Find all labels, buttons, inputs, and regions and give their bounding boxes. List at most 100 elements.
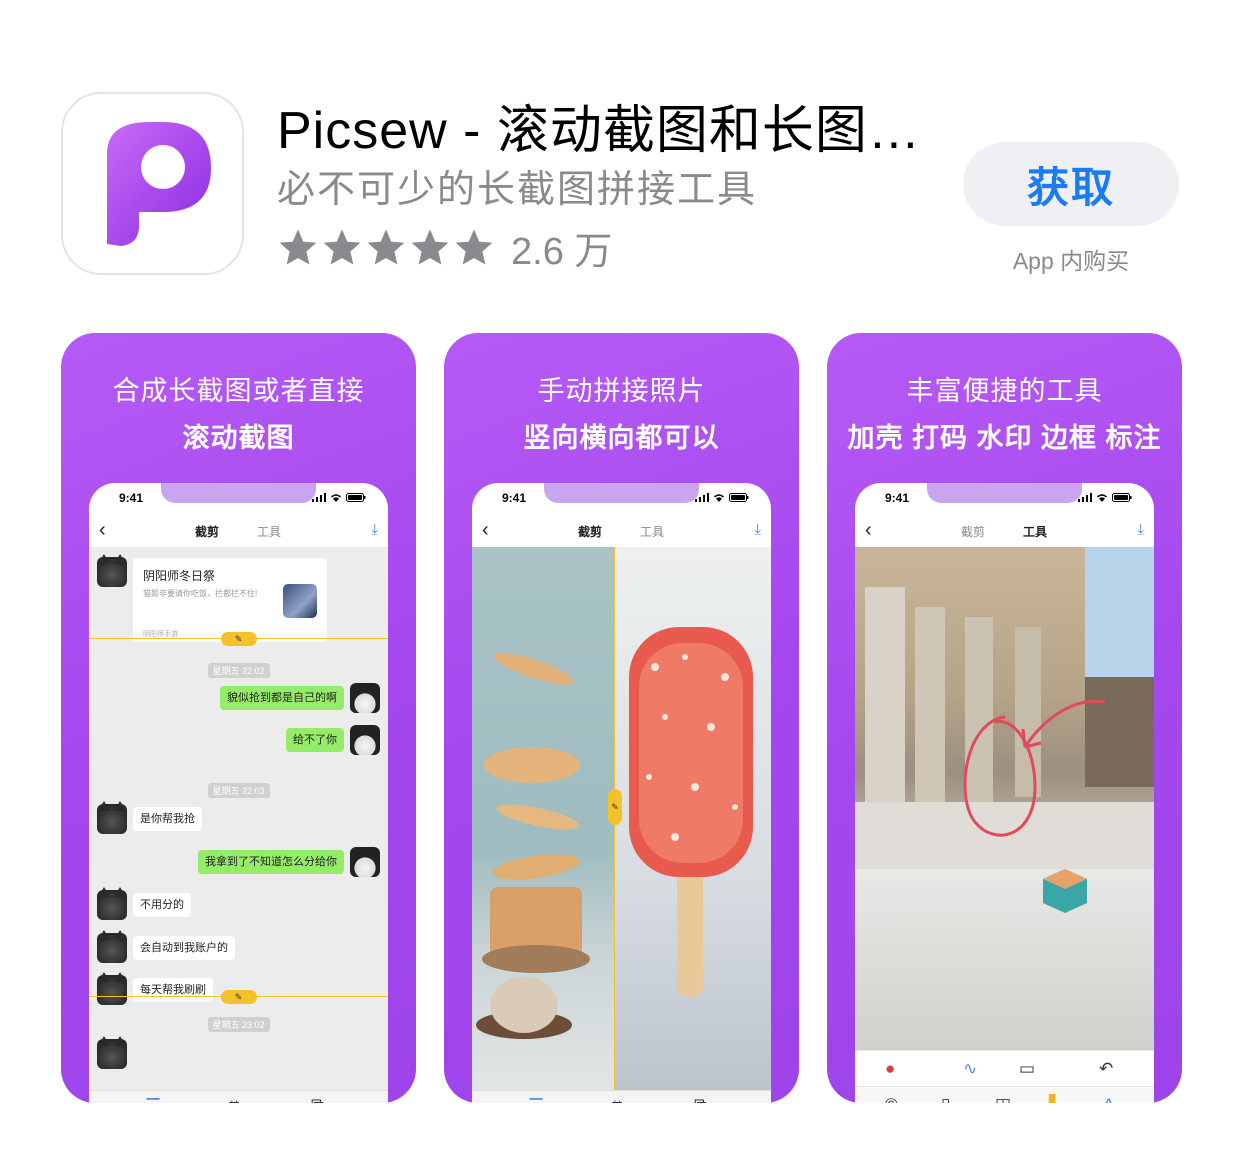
tab-tools[interactable]: 工具 bbox=[257, 523, 281, 540]
crop-icon[interactable]: ⌗ bbox=[612, 1095, 622, 1103]
message-row: 不用分的 bbox=[89, 887, 388, 920]
tab-crop[interactable]: 截剪 bbox=[195, 523, 219, 540]
list-icon[interactable]: ☰ bbox=[145, 1095, 161, 1103]
status-icons bbox=[312, 493, 366, 502]
status-icons bbox=[695, 493, 749, 502]
picsew-logo-icon bbox=[107, 122, 211, 246]
stitch-seam[interactable]: ✎ bbox=[89, 990, 388, 1004]
app-icon[interactable] bbox=[61, 92, 244, 275]
copyright-icon[interactable]: © bbox=[885, 1095, 898, 1103]
photo-right[interactable] bbox=[615, 547, 771, 1091]
message-row: 给不了你 bbox=[89, 725, 388, 755]
in-app-purchase-label: App 内购买 bbox=[1012, 248, 1130, 274]
crop-ratio-icon[interactable]: ⧉ bbox=[694, 1095, 707, 1103]
layout-icon[interactable]: ◫ bbox=[995, 1095, 1011, 1103]
time-chip: 星期五 22:02 bbox=[207, 663, 270, 678]
nav-bar: ‹ 截剪 工具 ⤓ bbox=[855, 515, 1154, 545]
message-row: 是你帮我抢 bbox=[89, 801, 388, 834]
seam-handle-icon[interactable]: ✎ bbox=[220, 990, 257, 1004]
screenshot-1[interactable]: 合成长截图或者直接 滚动截图 9:41 ‹ 截剪 工具 ⤓ 阴阳师冬日祭 猫姬非… bbox=[61, 333, 416, 1103]
message-bubble: 貌似抢到都是自己的啊 bbox=[220, 686, 344, 710]
status-time: 9:41 bbox=[119, 491, 144, 505]
screenshot-caption-line2: 滚动截图 bbox=[182, 423, 295, 453]
chevron-left-icon[interactable]: ‹ bbox=[865, 519, 872, 542]
message-row: 貌似抢到都是自己的啊 bbox=[89, 683, 388, 713]
list-icon[interactable]: ☰ bbox=[528, 1095, 544, 1103]
rectangle-icon[interactable]: ▭ bbox=[1019, 1059, 1035, 1079]
screenshot-3[interactable]: 丰富便捷的工具 加壳 打码 水印 边框 标注 9:41 ‹ 截剪 工具 ⤓ ● … bbox=[827, 333, 1182, 1103]
star-icon bbox=[323, 229, 361, 265]
text-style-icon[interactable]: A bbox=[1103, 1095, 1114, 1103]
screenshot-caption-line2: 加壳 打码 水印 边框 标注 bbox=[847, 423, 1162, 453]
annotate-tools-row: ● ∿ ▭ ↶ bbox=[855, 1050, 1154, 1087]
tab-tools[interactable]: 工具 bbox=[1023, 523, 1047, 540]
download-icon[interactable]: ⤓ bbox=[754, 521, 761, 538]
hexagon-photo bbox=[1043, 869, 1087, 913]
chevron-left-icon[interactable]: ‹ bbox=[99, 519, 106, 542]
download-icon[interactable]: ⤓ bbox=[1137, 521, 1144, 538]
screenshot-2[interactable]: 手动拼接照片 竖向横向都可以 9:41 ‹ 截剪 工具 ⤓ ✎ bbox=[444, 333, 799, 1103]
message-row bbox=[89, 1036, 388, 1069]
message-row: 我拿到了不知道怎么分给你 bbox=[89, 847, 388, 877]
card-thumbnail bbox=[283, 584, 317, 618]
undo-icon[interactable]: ↶ bbox=[1099, 1059, 1113, 1079]
phone-frame: 9:41 ‹ 截剪 工具 ⤓ bbox=[472, 483, 771, 1103]
wifi-icon bbox=[1097, 494, 1107, 502]
samurai-avatar bbox=[350, 683, 380, 713]
phone-notch bbox=[161, 483, 316, 503]
red-dot-icon[interactable]: ● bbox=[885, 1059, 895, 1079]
time-chip: 星期五 22:03 bbox=[207, 783, 270, 798]
card-title: 阴阳师冬日祭 bbox=[143, 569, 216, 583]
cat-avatar bbox=[97, 1036, 127, 1069]
battery-icon bbox=[346, 493, 366, 502]
nav-bar: ‹ 截剪 工具 ⤓ bbox=[472, 515, 771, 545]
pen-icon[interactable]: ∿ bbox=[963, 1059, 977, 1079]
seam-handle-icon[interactable]: ✎ bbox=[608, 789, 622, 825]
tab-crop[interactable]: 截剪 bbox=[578, 523, 602, 540]
share-card[interactable]: 阴阳师冬日祭 猫姬非要请你吃饭，拦都拦不住! 阴阳师手游 bbox=[133, 558, 327, 642]
phone-frame: 9:41 ‹ 截剪 工具 ⤓ 阴阳师冬日祭 猫姬非要请你吃饭，拦都拦不住! 阴阳… bbox=[89, 483, 388, 1103]
status-icons bbox=[1078, 493, 1132, 502]
crop-icon[interactable]: ⌗ bbox=[229, 1095, 239, 1103]
samurai-avatar bbox=[350, 725, 380, 755]
phone-frame-icon[interactable]: ▯ bbox=[941, 1095, 950, 1103]
photo-pisa[interactable] bbox=[855, 547, 1154, 869]
crop-ratio-icon[interactable]: ⧉ bbox=[311, 1095, 324, 1103]
bottom-tab-bar: ☰ ⌗ ⧉ bbox=[89, 1090, 388, 1103]
get-button[interactable]: 获取 bbox=[963, 142, 1179, 226]
star-icon bbox=[367, 229, 405, 265]
rating-stars bbox=[277, 226, 495, 268]
star-icon bbox=[411, 229, 449, 265]
message-row: 会自动到我账户的 bbox=[89, 930, 388, 963]
screenshot-caption-line1: 手动拼接照片 bbox=[537, 376, 706, 406]
nav-bar: ‹ 截剪 工具 ⤓ bbox=[89, 515, 388, 545]
cat-avatar bbox=[97, 887, 127, 920]
pisa-photo bbox=[855, 547, 1154, 869]
signal-icon bbox=[312, 493, 326, 502]
screenshot-caption-line2: 竖向横向都可以 bbox=[523, 423, 720, 453]
message-bubble: 是你帮我抢 bbox=[133, 807, 202, 831]
status-time: 9:41 bbox=[502, 491, 527, 505]
status-time: 9:41 bbox=[885, 491, 910, 505]
annotate-view bbox=[855, 547, 1154, 1051]
highlight-icon[interactable]: ▙ bbox=[1049, 1095, 1062, 1103]
battery-icon bbox=[1112, 493, 1132, 502]
tools-tab-bar: © ▯ ◫ ▙ A bbox=[855, 1086, 1154, 1103]
seam-handle-icon[interactable]: ✎ bbox=[220, 632, 257, 646]
message-bubble: 每天帮我刷刷 bbox=[133, 978, 213, 1002]
stitch-seam[interactable]: ✎ bbox=[89, 632, 388, 646]
phone-notch bbox=[927, 483, 1082, 503]
tab-tools[interactable]: 工具 bbox=[640, 523, 664, 540]
samurai-avatar bbox=[350, 847, 380, 877]
chevron-left-icon[interactable]: ‹ bbox=[482, 519, 489, 542]
time-chip: 星期五 23:02 bbox=[207, 1017, 270, 1032]
wifi-icon bbox=[714, 494, 724, 502]
photo-wall[interactable] bbox=[855, 869, 1154, 1051]
phone-notch bbox=[544, 483, 699, 503]
cat-avatar bbox=[97, 930, 127, 963]
rating-row: 2.6 万 bbox=[277, 222, 612, 273]
screenshot-caption-line1: 合成长截图或者直接 bbox=[112, 376, 365, 406]
tab-crop[interactable]: 截剪 bbox=[961, 523, 985, 540]
photo-left[interactable] bbox=[472, 547, 615, 1091]
download-icon[interactable]: ⤓ bbox=[371, 521, 378, 538]
